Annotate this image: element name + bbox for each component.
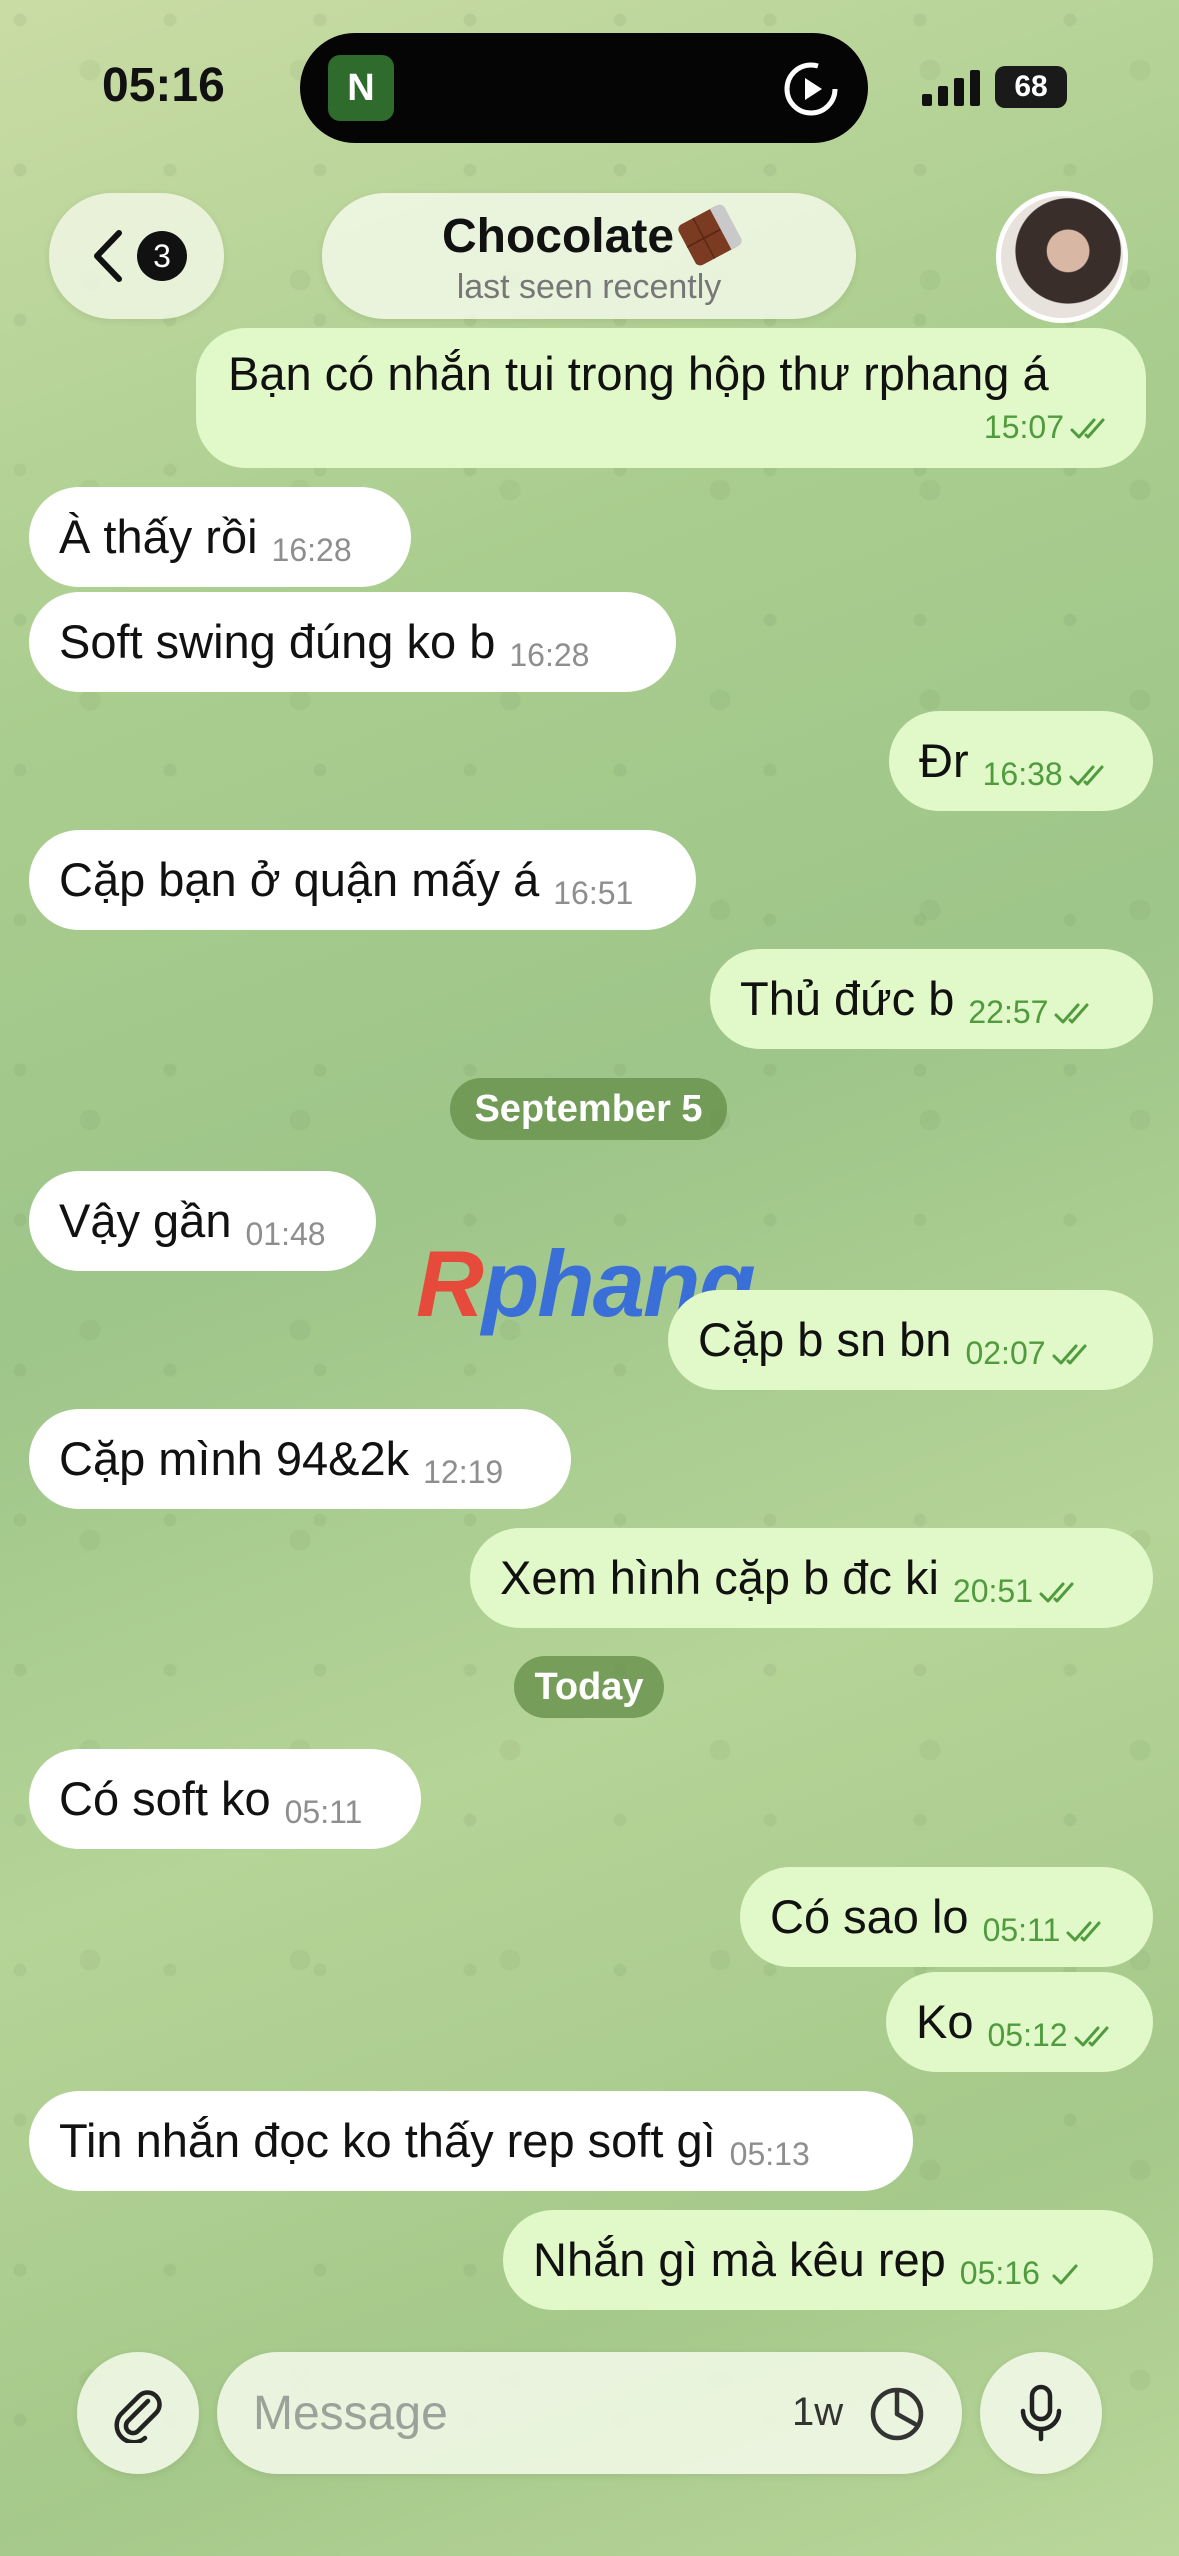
message-input[interactable] xyxy=(253,2382,773,2444)
message-meta: 05:16 xyxy=(960,2223,1090,2323)
message-bubble-out[interactable]: Thủ đức b 22:57 xyxy=(710,949,1153,1049)
message-text: Vậy gần xyxy=(59,1194,232,1247)
chat-header[interactable]: Chocolate last seen recently xyxy=(322,193,856,319)
message-bubble-out[interactable]: Có sao lo 05:11 xyxy=(740,1867,1153,1967)
timer-icon[interactable] xyxy=(867,2384,927,2444)
double-check-icon xyxy=(1066,1921,1101,1942)
message-text: Có sao lo xyxy=(770,1890,969,1943)
message-time: 16:38 xyxy=(982,756,1063,792)
date-separator: September 5 xyxy=(450,1078,727,1140)
message-bubble-out[interactable]: Xem hình cặp b đc ki 20:51 xyxy=(470,1528,1153,1628)
status-time: 05:16 xyxy=(102,59,225,112)
message-text: Tin nhắn đọc ko thấy rep soft gì xyxy=(59,2114,716,2167)
island-app-icon: N xyxy=(328,55,394,121)
message-meta: 20:51 xyxy=(953,1541,1083,1641)
contact-avatar[interactable] xyxy=(996,191,1128,323)
status-bar: 05:16 N 68 xyxy=(0,0,1179,160)
message-time: 05:11 xyxy=(284,1794,363,1830)
dynamic-island[interactable]: N xyxy=(300,33,868,143)
message-bubble-in[interactable]: Cặp mình 94&2k 12:19 xyxy=(29,1409,571,1509)
double-check-icon xyxy=(1054,1003,1089,1024)
message-time: 16:28 xyxy=(271,532,352,568)
message-time: 20:51 xyxy=(952,1573,1033,1609)
message-time: 01:48 xyxy=(245,1216,326,1252)
chat-last-seen: last seen recently xyxy=(456,268,722,306)
message-meta: 05:12 xyxy=(988,1985,1118,2085)
message-meta: 22:57 xyxy=(968,962,1098,1062)
double-check-icon xyxy=(1074,2026,1109,2047)
message-composer[interactable]: 1w xyxy=(217,2352,962,2474)
message-bubble-in[interactable]: Vậy gần 01:48 xyxy=(29,1171,376,1271)
message-bubble-in[interactable]: Soft swing đúng ko b 16:28 xyxy=(29,592,676,692)
chevron-left-icon xyxy=(94,230,122,282)
signal-icon xyxy=(922,70,980,106)
message-bubble-in[interactable]: À thấy rồi 16:28 xyxy=(29,487,411,587)
message-bubble-in[interactable]: Cặp bạn ở quận mấy á 16:51 xyxy=(29,830,696,930)
message-text: Cặp mình 94&2k xyxy=(59,1432,410,1485)
double-check-icon xyxy=(1039,1582,1074,1603)
play-icon xyxy=(784,62,838,116)
message-text: Nhắn gì mà kêu rep xyxy=(533,2233,946,2286)
message-meta: 16:38 xyxy=(983,724,1113,824)
message-bubble-out[interactable]: Cặp b sn bn 02:07 xyxy=(668,1290,1153,1390)
back-button[interactable]: 3 xyxy=(49,193,224,319)
message-meta: 05:11 xyxy=(983,1880,1111,1980)
message-meta: 02:07 xyxy=(965,1303,1095,1403)
voice-message-button[interactable] xyxy=(980,2352,1102,2474)
message-text: Ko xyxy=(916,1995,974,2048)
message-time: 05:12 xyxy=(987,2017,1068,2053)
message-time: 16:51 xyxy=(553,875,634,911)
message-text: Bạn có nhắn tui trong hộp thư rphang á xyxy=(228,347,1049,400)
message-bubble-out[interactable]: Nhắn gì mà kêu rep 05:16 xyxy=(503,2210,1153,2310)
chat-title: Chocolate xyxy=(441,210,675,263)
message-time: 02:07 xyxy=(965,1335,1046,1371)
message-meta: 15:07 xyxy=(242,409,1114,446)
double-check-icon xyxy=(1069,765,1104,786)
attach-button[interactable] xyxy=(77,2352,199,2474)
double-check-icon xyxy=(1070,418,1105,439)
message-text: Xem hình cặp b đc ki xyxy=(500,1551,939,1604)
microphone-icon xyxy=(1020,2384,1062,2442)
message-time: 05:13 xyxy=(729,2136,810,2172)
message-time: 05:11 xyxy=(982,1912,1061,1948)
chocolate-bar-icon xyxy=(676,202,744,268)
message-text: Cặp b sn bn xyxy=(698,1313,952,1366)
message-bubble-out[interactable]: Bạn có nhắn tui trong hộp thư rphang á 1… xyxy=(196,328,1146,468)
battery-icon: 68 xyxy=(995,66,1067,108)
message-text: Đr xyxy=(919,734,969,787)
message-bubble-in[interactable]: Tin nhắn đọc ko thấy rep soft gì 05:13 xyxy=(29,2091,913,2191)
message-text: Có soft ko xyxy=(59,1772,271,1825)
message-time: 12:19 xyxy=(423,1454,504,1490)
message-text: Thủ đức b xyxy=(740,972,955,1025)
paperclip-icon xyxy=(114,2390,162,2443)
chat-title-row: Chocolate xyxy=(322,202,856,268)
message-time: 15:07 xyxy=(983,409,1064,445)
message-bubble-out[interactable]: Đr 16:38 xyxy=(889,711,1153,811)
date-separator: Today xyxy=(514,1656,664,1718)
single-check-icon xyxy=(1052,2264,1078,2285)
unread-count-badge: 3 xyxy=(137,231,187,281)
message-time: 16:28 xyxy=(509,637,590,673)
double-check-icon xyxy=(1052,1344,1087,1365)
message-text: À thấy rồi xyxy=(59,510,258,563)
message-time: 22:57 xyxy=(968,994,1049,1030)
message-bubble-in[interactable]: Có soft ko 05:11 xyxy=(29,1749,421,1849)
message-text: Soft swing đúng ko b xyxy=(59,615,496,668)
self-destruct-timer-label[interactable]: 1w xyxy=(792,2390,843,2435)
message-time: 05:16 xyxy=(959,2255,1040,2291)
message-text: Cặp bạn ở quận mấy á xyxy=(59,853,540,906)
watermark-r: R xyxy=(416,1231,484,1336)
message-bubble-out[interactable]: Ko 05:12 xyxy=(886,1972,1153,2072)
